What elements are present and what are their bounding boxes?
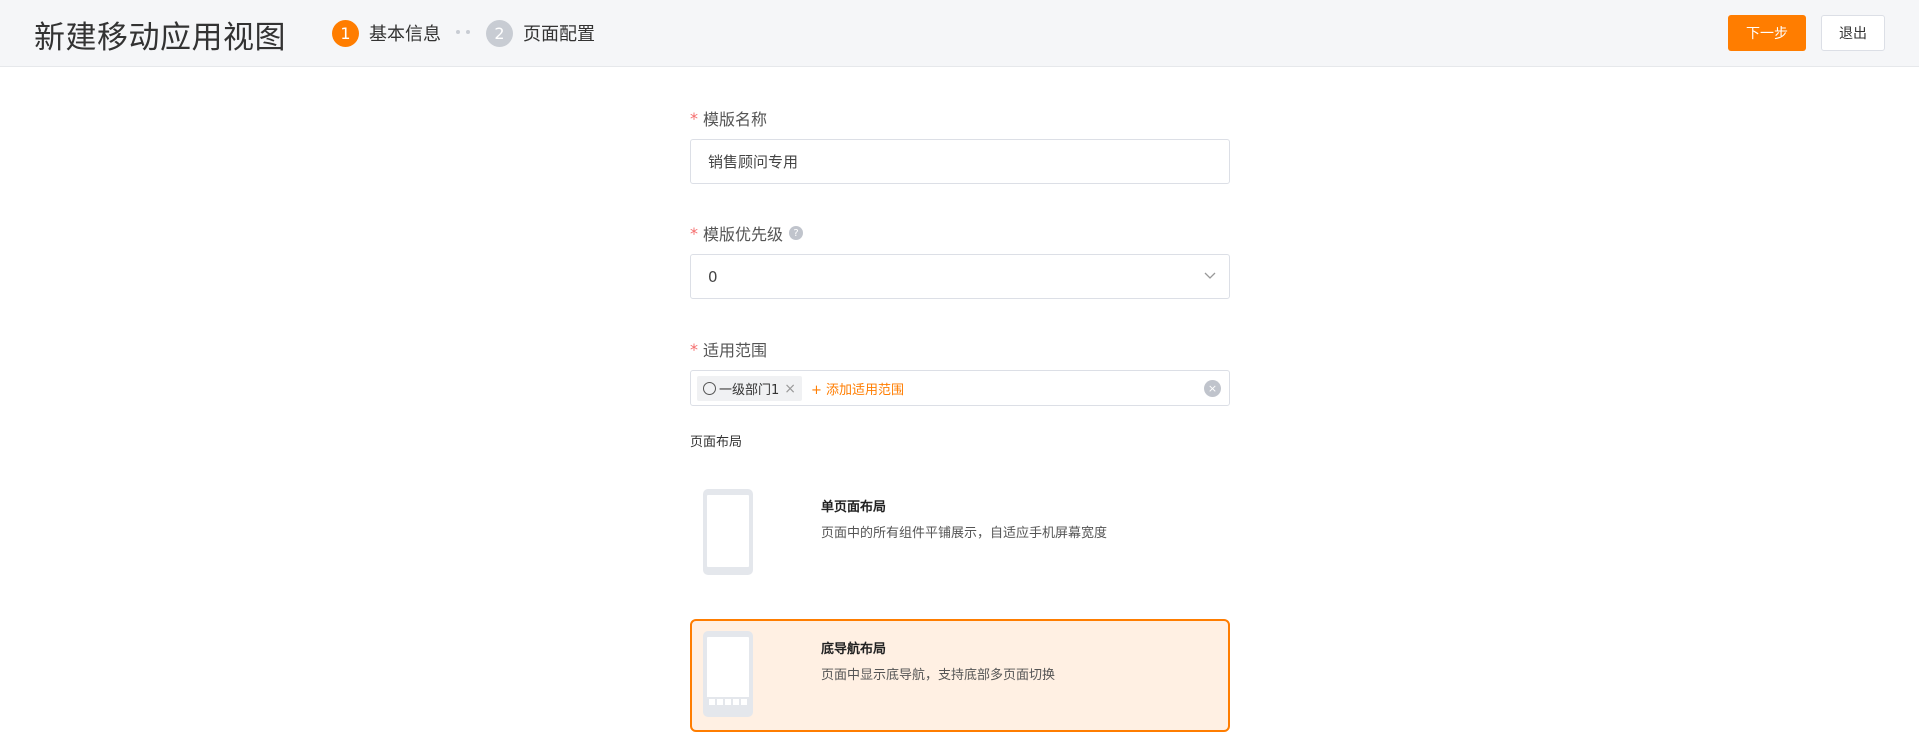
- template-name-label-text: 模版名称: [703, 110, 768, 129]
- step-number-1: 1: [332, 19, 359, 47]
- template-name-input[interactable]: 销售顾问专用: [690, 139, 1230, 184]
- bottom-nav-phone-icon: [703, 631, 753, 717]
- step-basic-info: 1 基本信息: [332, 18, 441, 48]
- layout-option-desc: 页面中的所有组件平铺展示，自适应手机屏幕宽度: [821, 526, 1108, 541]
- required-mark: *: [690, 108, 698, 128]
- step-connector: [456, 30, 470, 34]
- layout-option-bottom-nav[interactable]: 底导航布局 页面中显示底导航，支持底部多页面切换: [690, 619, 1230, 732]
- step-label-basic-info: 基本信息: [369, 24, 441, 45]
- scope-label-text: 适用范围: [703, 341, 768, 360]
- template-name-value: 销售顾问专用: [708, 153, 799, 171]
- layout-option-desc: 页面中显示底导航，支持底部多页面切换: [821, 668, 1056, 683]
- required-mark: *: [690, 339, 698, 359]
- clear-icon[interactable]: ×: [1204, 380, 1221, 397]
- layout-option-title: 底导航布局: [821, 642, 887, 657]
- single-page-phone-icon: [703, 489, 753, 575]
- close-icon[interactable]: ×: [784, 381, 796, 397]
- chevron-down-icon: [1204, 272, 1216, 279]
- priority-select[interactable]: 0: [690, 254, 1230, 299]
- priority-label: * 模版优先级 ?: [690, 221, 804, 245]
- layout-option-single-page[interactable]: 单页面布局 页面中的所有组件平铺展示，自适应手机屏幕宽度: [690, 477, 1230, 590]
- template-name-label: * 模版名称: [690, 106, 767, 130]
- scope-tag: 一级部门1 ×: [697, 376, 803, 401]
- page-title: 新建移动应用视图: [34, 20, 286, 56]
- next-step-button[interactable]: 下一步: [1728, 15, 1806, 51]
- step-label-page-config: 页面配置: [523, 24, 595, 45]
- step-page-config: 2 页面配置: [486, 18, 595, 48]
- scope-label: * 适用范围: [690, 337, 767, 361]
- scope-selector[interactable]: 一级部门1 × + 添加适用范围 ×: [690, 370, 1230, 406]
- step-number-2: 2: [486, 19, 513, 47]
- header-bar: 新建移动应用视图 1 基本信息 2 页面配置 下一步 退出: [0, 0, 1919, 67]
- required-mark: *: [690, 223, 698, 243]
- layout-section-title: 页面布局: [690, 435, 743, 450]
- scope-tag-label: 一级部门1: [719, 383, 780, 398]
- help-icon[interactable]: ?: [789, 226, 804, 240]
- priority-label-text: 模版优先级: [703, 225, 784, 244]
- add-scope-link[interactable]: + 添加适用范围: [811, 379, 904, 398]
- exit-button[interactable]: 退出: [1821, 15, 1885, 51]
- priority-value: 0: [708, 267, 718, 286]
- layout-option-title: 单页面布局: [821, 500, 887, 515]
- org-icon: [703, 382, 716, 395]
